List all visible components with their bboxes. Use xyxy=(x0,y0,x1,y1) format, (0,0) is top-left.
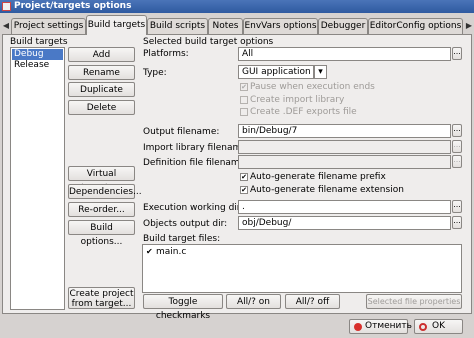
platforms-browse-button[interactable]: ... xyxy=(452,47,462,60)
duplicate-target-button[interactable]: Duplicate xyxy=(68,82,135,97)
auto-prefix-checkbox[interactable]: ✔ xyxy=(240,173,248,181)
import-filename-browse-button[interactable]: ... xyxy=(452,140,462,153)
tab-debugger[interactable]: Debugger xyxy=(318,18,368,34)
list-item[interactable]: Release xyxy=(12,60,63,71)
tab-envvars-options[interactable]: EnvVars options xyxy=(243,18,318,34)
window-title-bar: Project/targets options xyxy=(0,0,474,13)
ok-button[interactable]: OK xyxy=(414,319,463,334)
tab-editorconfig-options[interactable]: EditorConfig options xyxy=(368,18,463,34)
def-exports-label: Create .DEF exports file xyxy=(250,107,357,117)
tab-build-targets[interactable]: Build targets xyxy=(86,15,147,35)
tab-notes[interactable]: Notes xyxy=(208,18,243,34)
tab-project-settings[interactable]: Project settings xyxy=(11,18,86,34)
platforms-field[interactable]: All xyxy=(238,47,451,61)
list-item[interactable]: Debug xyxy=(12,49,63,60)
file-name: main.c xyxy=(156,247,187,257)
definition-filename-label: Definition file filename: xyxy=(143,158,249,168)
delete-target-button[interactable]: Delete xyxy=(68,100,135,115)
import-library-label: Create import library xyxy=(250,95,345,105)
objects-dir-field[interactable]: obj/Debug/ xyxy=(238,216,451,230)
build-options-button[interactable]: Build options... xyxy=(68,220,135,247)
import-filename-field[interactable] xyxy=(238,140,451,154)
file-checkbox[interactable]: ✔ xyxy=(146,247,153,257)
window-app-icon xyxy=(2,2,11,11)
definition-filename-field[interactable] xyxy=(238,155,451,169)
create-project-label-line1: Create project xyxy=(69,289,134,299)
pause-label: Pause when execution ends xyxy=(250,82,375,92)
auto-extension-label: Auto-generate filename extension xyxy=(250,185,404,195)
build-target-files-list[interactable]: ✔ main.c xyxy=(142,244,462,293)
pause-checkbox[interactable]: ✔ xyxy=(240,83,248,91)
objects-dir-browse-button[interactable]: ... xyxy=(452,216,462,229)
def-exports-checkbox[interactable] xyxy=(240,108,248,116)
build-targets-header: Build targets xyxy=(10,37,68,47)
window-title: Project/targets options xyxy=(14,1,132,11)
create-project-label-line2: from target... xyxy=(71,299,132,309)
cancel-label: Отменить xyxy=(365,321,412,331)
auto-extension-checkbox[interactable]: ✔ xyxy=(240,186,248,194)
ok-icon xyxy=(419,323,427,331)
all-on-button[interactable]: All/? on xyxy=(226,294,281,309)
execution-dir-browse-button[interactable]: ... xyxy=(452,200,462,213)
output-filename-browse-button[interactable]: ... xyxy=(452,124,462,137)
tab-build-scripts[interactable]: Build scripts xyxy=(147,18,208,34)
type-label: Type: xyxy=(143,68,167,78)
cancel-button[interactable]: Отменить xyxy=(349,319,412,334)
tab-scroll-left-icon[interactable]: ◀ xyxy=(1,18,11,34)
auto-prefix-label: Auto-generate filename prefix xyxy=(250,172,386,182)
import-filename-label: Import library filename: xyxy=(143,143,250,153)
build-target-files-header: Build target files: xyxy=(143,234,221,244)
type-select[interactable]: GUI application xyxy=(238,65,314,79)
toggle-checkmarks-button[interactable]: Toggle checkmarks xyxy=(143,294,223,321)
objects-dir-label: Objects output dir: xyxy=(143,219,228,229)
rename-target-button[interactable]: Rename xyxy=(68,65,135,80)
cancel-icon xyxy=(354,323,362,331)
create-project-from-target-button[interactable]: Create project from target... xyxy=(68,287,135,309)
list-item[interactable]: ✔ main.c xyxy=(145,247,295,258)
execution-dir-label: Execution working dir: xyxy=(143,203,244,213)
all-off-button[interactable]: All/? off xyxy=(285,294,340,309)
virtual-targets-button[interactable]: Virtual targets... xyxy=(68,166,135,193)
reorder-button[interactable]: Re-order... xyxy=(68,202,135,217)
tab-bar: ◀ Project settings Build targets Build s… xyxy=(0,15,474,35)
import-library-checkbox[interactable] xyxy=(240,96,248,104)
build-targets-list[interactable]: Debug Release xyxy=(10,47,65,310)
platforms-label: Platforms: xyxy=(143,49,189,59)
ok-label: OK xyxy=(432,321,445,331)
dependencies-button[interactable]: Dependencies... xyxy=(68,184,142,199)
execution-dir-field[interactable]: . xyxy=(238,200,451,214)
add-target-button[interactable]: Add xyxy=(68,47,135,62)
chevron-down-icon[interactable]: ▾ xyxy=(314,65,327,79)
file-properties-button[interactable]: Selected file properties xyxy=(366,294,462,309)
output-filename-field[interactable]: bin/Debug/7 xyxy=(238,124,451,138)
output-filename-label: Output filename: xyxy=(143,127,220,137)
tab-scroll-right-icon[interactable]: ▶ xyxy=(464,18,474,34)
definition-filename-browse-button[interactable]: ... xyxy=(452,155,462,168)
target-options-header: Selected build target options xyxy=(143,37,274,47)
